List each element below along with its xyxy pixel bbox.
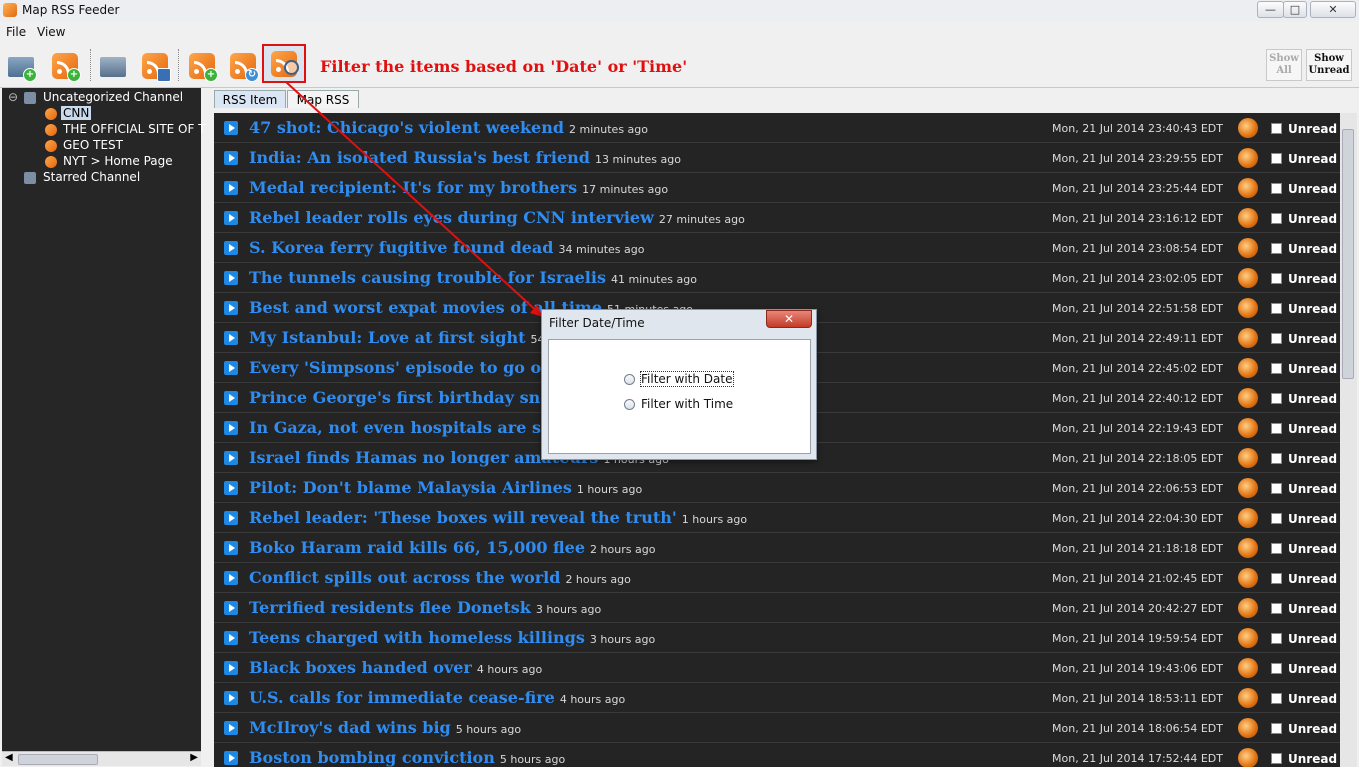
filter-date-radio[interactable] [624,374,635,385]
filter-date-label[interactable]: Filter with Date [640,371,734,387]
filter-time-label[interactable]: Filter with Time [641,397,733,411]
filter-dialog: Filter Date/Time ✕ Filter with Date Filt… [541,309,817,460]
filter-time-radio[interactable] [624,399,635,410]
dialog-title: Filter Date/Time [549,316,645,330]
dialog-close-button[interactable]: ✕ [766,310,812,328]
dialog-body: Filter with Date Filter with Time [548,339,811,454]
annotation-arrow-line [285,81,541,315]
